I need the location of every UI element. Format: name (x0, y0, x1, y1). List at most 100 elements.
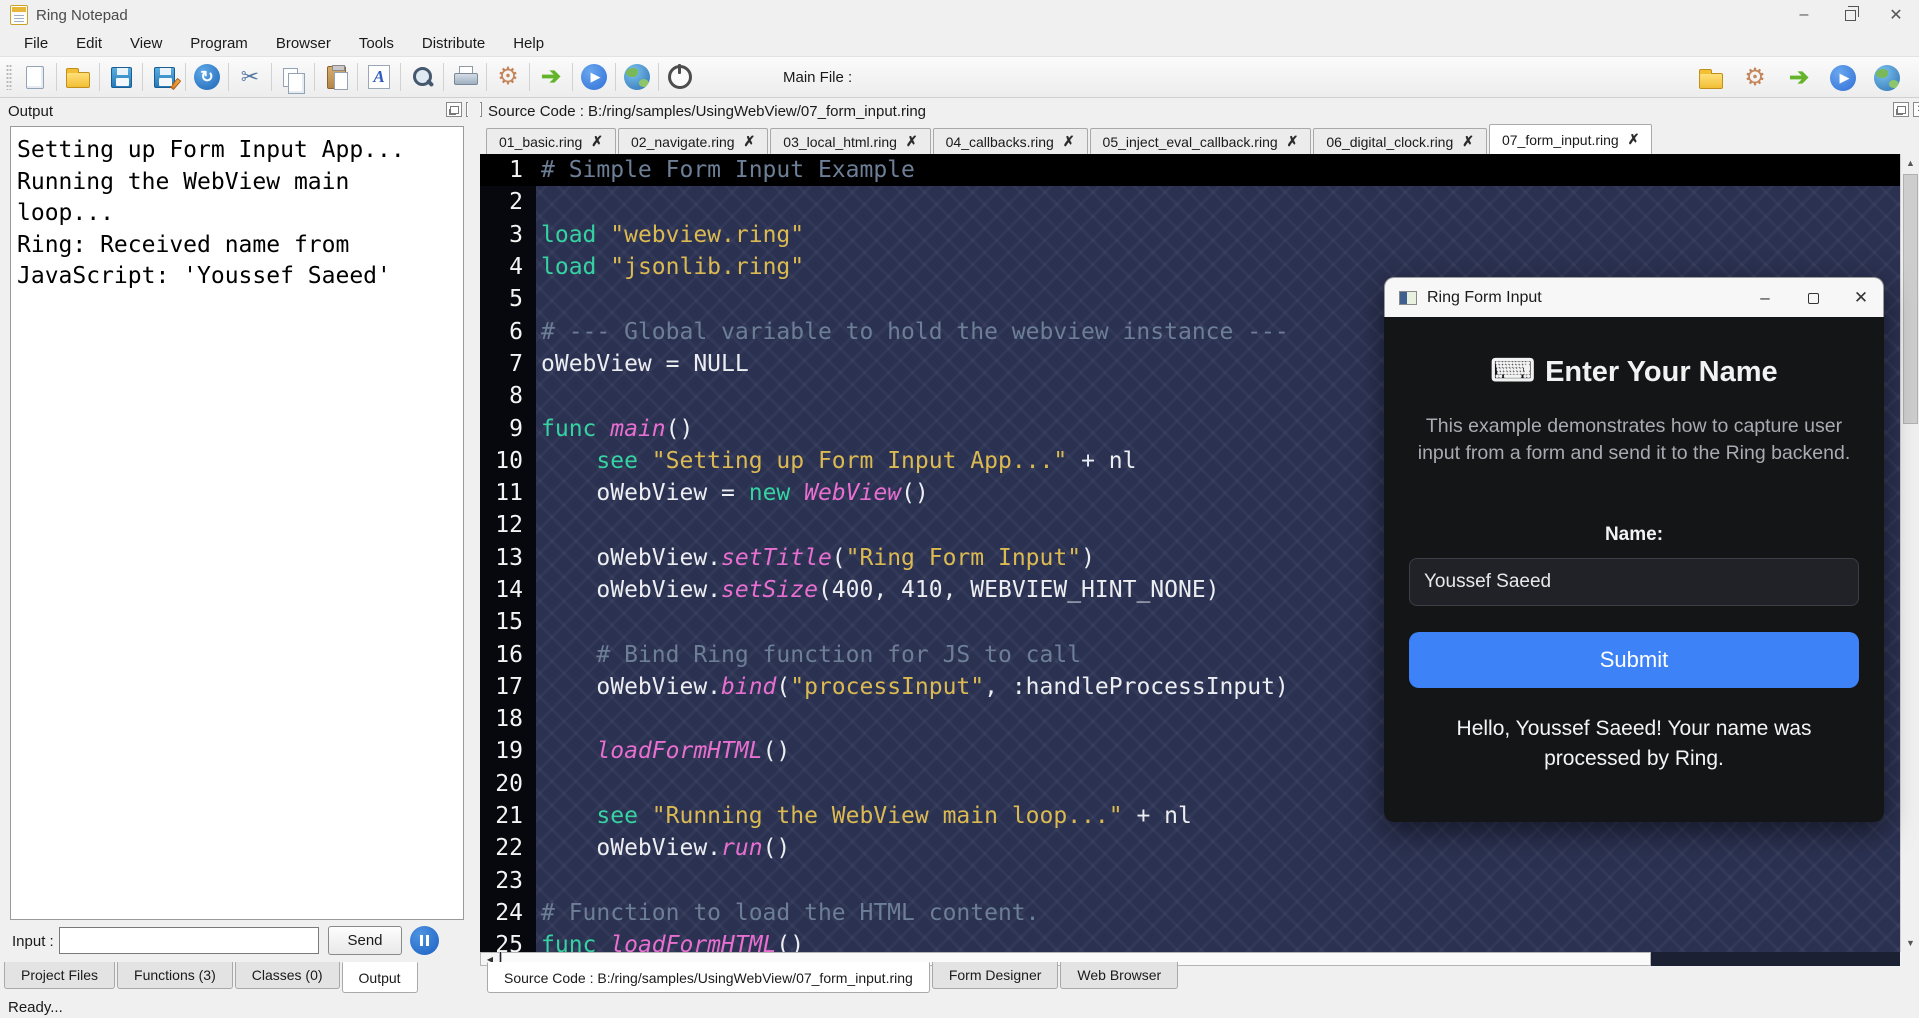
run-button[interactable]: ▶ (575, 60, 613, 94)
editor-tab[interactable]: 02_navigate.ring✗ (618, 128, 768, 154)
menu-item-tools[interactable]: Tools (347, 32, 406, 55)
toolbar-separator (99, 63, 100, 91)
goto-button[interactable]: ➔ (532, 60, 570, 94)
save-button[interactable] (102, 60, 140, 94)
open-project-button[interactable] (1692, 61, 1730, 95)
globe-icon (1874, 65, 1900, 91)
paste-button[interactable] (317, 60, 355, 94)
source-panel-title: Source Code : B:/ring/samples/UsingWebVi… (488, 103, 926, 120)
menu-item-distribute[interactable]: Distribute (410, 32, 497, 55)
tab-project-files[interactable]: Project Files (4, 962, 115, 989)
goto-main-button[interactable]: ➔ (1780, 61, 1818, 95)
tab-close-icon[interactable]: ✗ (744, 133, 756, 150)
menu-item-help[interactable]: Help (501, 32, 556, 55)
tab-close-icon[interactable]: ✗ (1287, 133, 1299, 150)
toolbar-separator (228, 63, 229, 91)
save-as-button[interactable] (145, 60, 183, 94)
scroll-up-arrow-icon[interactable]: ▲ (1901, 154, 1919, 172)
form-heading-text: Enter Your Name (1545, 356, 1778, 388)
code-line: 1# Simple Form Input Example (480, 154, 1900, 186)
line-number: 20 (480, 771, 536, 797)
editor-tab[interactable]: 05_inject_eval_callback.ring✗ (1090, 128, 1312, 154)
editor-bottom-tab[interactable]: Web Browser (1060, 962, 1178, 989)
editor-bottom-tab[interactable]: Form Designer (932, 962, 1059, 989)
menu-item-view[interactable]: View (118, 32, 174, 55)
code-text: func main() (536, 416, 693, 442)
editor-vertical-scrollbar[interactable]: ▲ ▼ (1900, 154, 1919, 952)
console-input[interactable] (59, 927, 319, 954)
run-main-browser-button[interactable] (1868, 61, 1906, 95)
line-number: 1 (480, 157, 536, 183)
name-label: Name: (1384, 524, 1884, 546)
minimize-icon[interactable]: – (1781, 0, 1827, 30)
print-button[interactable] (446, 60, 484, 94)
tab-output[interactable]: Output (342, 962, 418, 993)
main-file-label: Main File : (783, 57, 852, 98)
new-file-button[interactable] (16, 60, 54, 94)
refresh-button[interactable]: ↻ (188, 60, 226, 94)
code-line: 22 oWebView.run() (480, 832, 1900, 864)
tab-close-icon[interactable]: ✗ (1462, 133, 1474, 150)
paste-icon (327, 66, 346, 89)
panel-splitter[interactable] (468, 98, 480, 996)
globe-icon (624, 64, 650, 90)
editor-tab[interactable]: 04_callbacks.ring✗ (933, 128, 1088, 154)
cut-button[interactable]: ✂ (231, 60, 269, 94)
code-text: oWebView = NULL (536, 351, 749, 377)
tab-close-icon[interactable]: ✗ (591, 133, 603, 150)
tab-close-icon[interactable]: ✗ (906, 133, 918, 150)
tab-close-icon[interactable]: ✗ (1628, 131, 1640, 148)
settings-button[interactable]: ⚙ (489, 60, 527, 94)
editor-bottom-tab[interactable]: Source Code : B:/ring/samples/UsingWebVi… (487, 962, 930, 993)
vertical-scroll-thumb[interactable] (1903, 174, 1918, 424)
run-main-button[interactable]: ▶ (1824, 61, 1862, 95)
menu-item-edit[interactable]: Edit (64, 32, 114, 55)
float-panel-icon[interactable] (446, 102, 462, 117)
line-number: 22 (480, 835, 536, 861)
menu-item-file[interactable]: File (12, 32, 60, 55)
font-button[interactable]: A (360, 60, 398, 94)
toolbar-separator (572, 63, 573, 91)
run-browser-button[interactable] (618, 60, 656, 94)
copy-button[interactable] (274, 60, 312, 94)
tab-close-icon[interactable]: ✗ (1063, 133, 1075, 150)
send-button[interactable]: Send (328, 926, 402, 955)
tab-functions-3-[interactable]: Functions (3) (117, 962, 233, 989)
submit-button[interactable]: Submit (1409, 632, 1859, 688)
tab-classes-0-[interactable]: Classes (0) (235, 962, 340, 989)
line-number: 3 (480, 222, 536, 248)
pause-button[interactable] (410, 926, 439, 955)
minimize-icon[interactable]: – (1753, 286, 1777, 310)
line-number: 14 (480, 577, 536, 603)
editor-tab[interactable]: 01_basic.ring✗ (486, 128, 616, 154)
scroll-down-arrow-icon[interactable]: ▼ (1901, 934, 1919, 952)
editor-tab[interactable]: 06_digital_clock.ring✗ (1313, 128, 1487, 154)
exit-button[interactable] (661, 60, 699, 94)
line-number: 21 (480, 803, 536, 829)
output-console[interactable]: Setting up Form Input App...Running the … (10, 126, 464, 920)
menu-item-program[interactable]: Program (178, 32, 260, 55)
form-window-body: ⌨Enter Your Name This example demonstrat… (1384, 317, 1884, 822)
form-window-titlebar[interactable]: Ring Form Input – ✕ (1384, 277, 1884, 317)
maximize-icon[interactable] (1827, 0, 1873, 30)
line-number: 15 (480, 609, 536, 635)
menu-item-browser[interactable]: Browser (264, 32, 343, 55)
project-settings-button[interactable]: ⚙ (1736, 61, 1774, 95)
console-line: Ring: Received name from (17, 230, 461, 262)
line-number: 18 (480, 706, 536, 732)
name-field[interactable] (1409, 558, 1859, 606)
save-as-icon (154, 67, 175, 88)
editor-tab[interactable]: 07_form_input.ring✗ (1489, 124, 1652, 154)
close-panel-icon[interactable]: ✕ (1913, 102, 1919, 117)
play-icon: ▶ (581, 64, 607, 90)
find-button[interactable] (403, 60, 441, 94)
editor-tab[interactable]: 03_local_html.ring✗ (770, 128, 930, 154)
toolbar-separator (185, 63, 186, 91)
maximize-icon[interactable] (1801, 286, 1825, 310)
toolbar-separator (142, 63, 143, 91)
float-panel-icon[interactable] (1893, 102, 1909, 117)
close-icon[interactable]: ✕ (1849, 286, 1873, 310)
close-icon[interactable]: ✕ (1873, 0, 1919, 30)
open-file-button[interactable] (59, 60, 97, 94)
toolbar-separator (658, 63, 659, 91)
